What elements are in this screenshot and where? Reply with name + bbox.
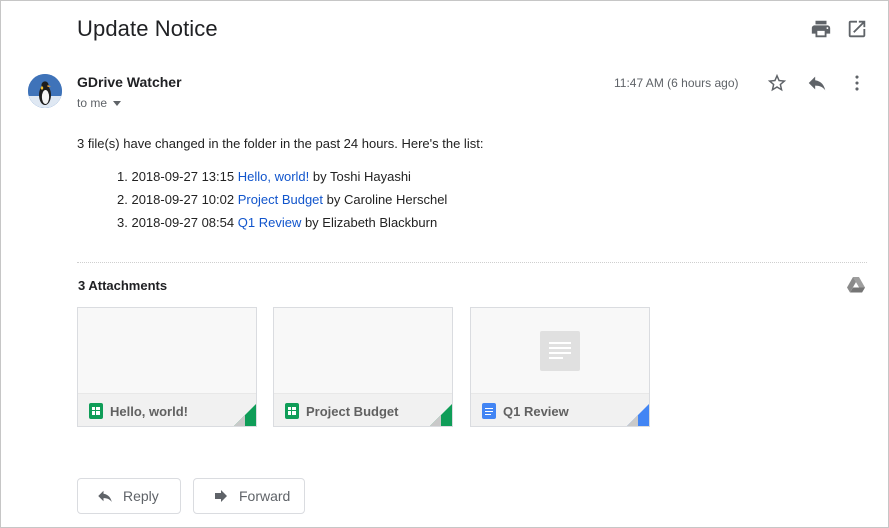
email-timestamp: 11:47 AM (6 hours ago) — [614, 76, 739, 90]
print-icon[interactable] — [810, 18, 832, 40]
file-link[interactable]: Project Budget — [238, 192, 323, 207]
list-number: 1. — [117, 169, 128, 184]
sender-avatar[interactable] — [28, 74, 62, 108]
reply-button[interactable]: Reply — [77, 478, 181, 514]
attachment-card[interactable]: Q1 Review — [470, 307, 650, 427]
list-item: 3. 2018-09-27 08:54 Q1 Review by Elizabe… — [117, 215, 447, 238]
file-link[interactable]: Q1 Review — [238, 215, 302, 230]
file-type-corner — [430, 404, 452, 426]
file-type-corner — [234, 404, 256, 426]
list-item: 2. 2018-09-27 10:02 Project Budget by Ca… — [117, 192, 447, 215]
attachments-divider — [77, 262, 867, 263]
change-author: by Toshi Hayashi — [312, 169, 411, 184]
change-datetime: 2018-09-27 08:54 — [131, 215, 235, 230]
forward-icon — [215, 490, 227, 502]
attachment-name: Q1 Review — [503, 404, 569, 419]
change-datetime: 2018-09-27 13:15 — [131, 169, 235, 184]
google-drive-icon[interactable] — [847, 277, 865, 293]
recipient-details-toggle[interactable]: to me — [77, 96, 122, 110]
reply-icon — [98, 490, 112, 502]
sender-name: GDrive Watcher — [77, 74, 182, 90]
attachment-name: Hello, world! — [110, 404, 188, 419]
list-number: 3. — [117, 215, 128, 230]
reply-icon[interactable] — [806, 72, 828, 94]
chevron-down-icon[interactable] — [113, 100, 122, 106]
attachment-preview — [274, 308, 452, 394]
attachment-name: Project Budget — [306, 404, 399, 419]
star-icon[interactable] — [766, 72, 788, 94]
email-subject: Update Notice — [77, 16, 218, 41]
change-author: by Caroline Herschel — [326, 192, 448, 207]
attachment-card[interactable]: Project Budget — [273, 307, 453, 427]
attachments-title: 3 Attachments — [78, 278, 168, 293]
docs-icon — [482, 403, 496, 419]
attachment-preview — [78, 308, 256, 394]
list-item: 1. 2018-09-27 13:15 Hello, world! by Tos… — [117, 169, 447, 192]
more-vertical-icon[interactable] — [846, 72, 868, 94]
email-view: Update Notice GDrive Watcher to me 11:47… — [0, 0, 889, 528]
sheets-icon — [89, 403, 103, 419]
document-thumbnail-icon — [540, 331, 580, 371]
file-type-corner — [627, 404, 649, 426]
open-in-new-window-icon[interactable] — [846, 18, 868, 40]
attachment-preview — [471, 308, 649, 394]
change-author: by Elizabeth Blackburn — [304, 215, 438, 230]
recipient-label: to me — [77, 96, 108, 110]
email-body-intro: 3 file(s) have changed in the folder in … — [77, 136, 484, 151]
list-number: 2. — [117, 192, 128, 207]
reply-button-label: Reply — [123, 488, 159, 504]
forward-button-label: Forward — [239, 488, 291, 504]
attachment-card[interactable]: Hello, world! — [77, 307, 257, 427]
forward-button[interactable]: Forward — [193, 478, 305, 514]
change-datetime: 2018-09-27 10:02 — [131, 192, 235, 207]
file-link[interactable]: Hello, world! — [238, 169, 310, 184]
sheets-icon — [285, 403, 299, 419]
changed-files-list: 1. 2018-09-27 13:15 Hello, world! by Tos… — [117, 169, 447, 238]
